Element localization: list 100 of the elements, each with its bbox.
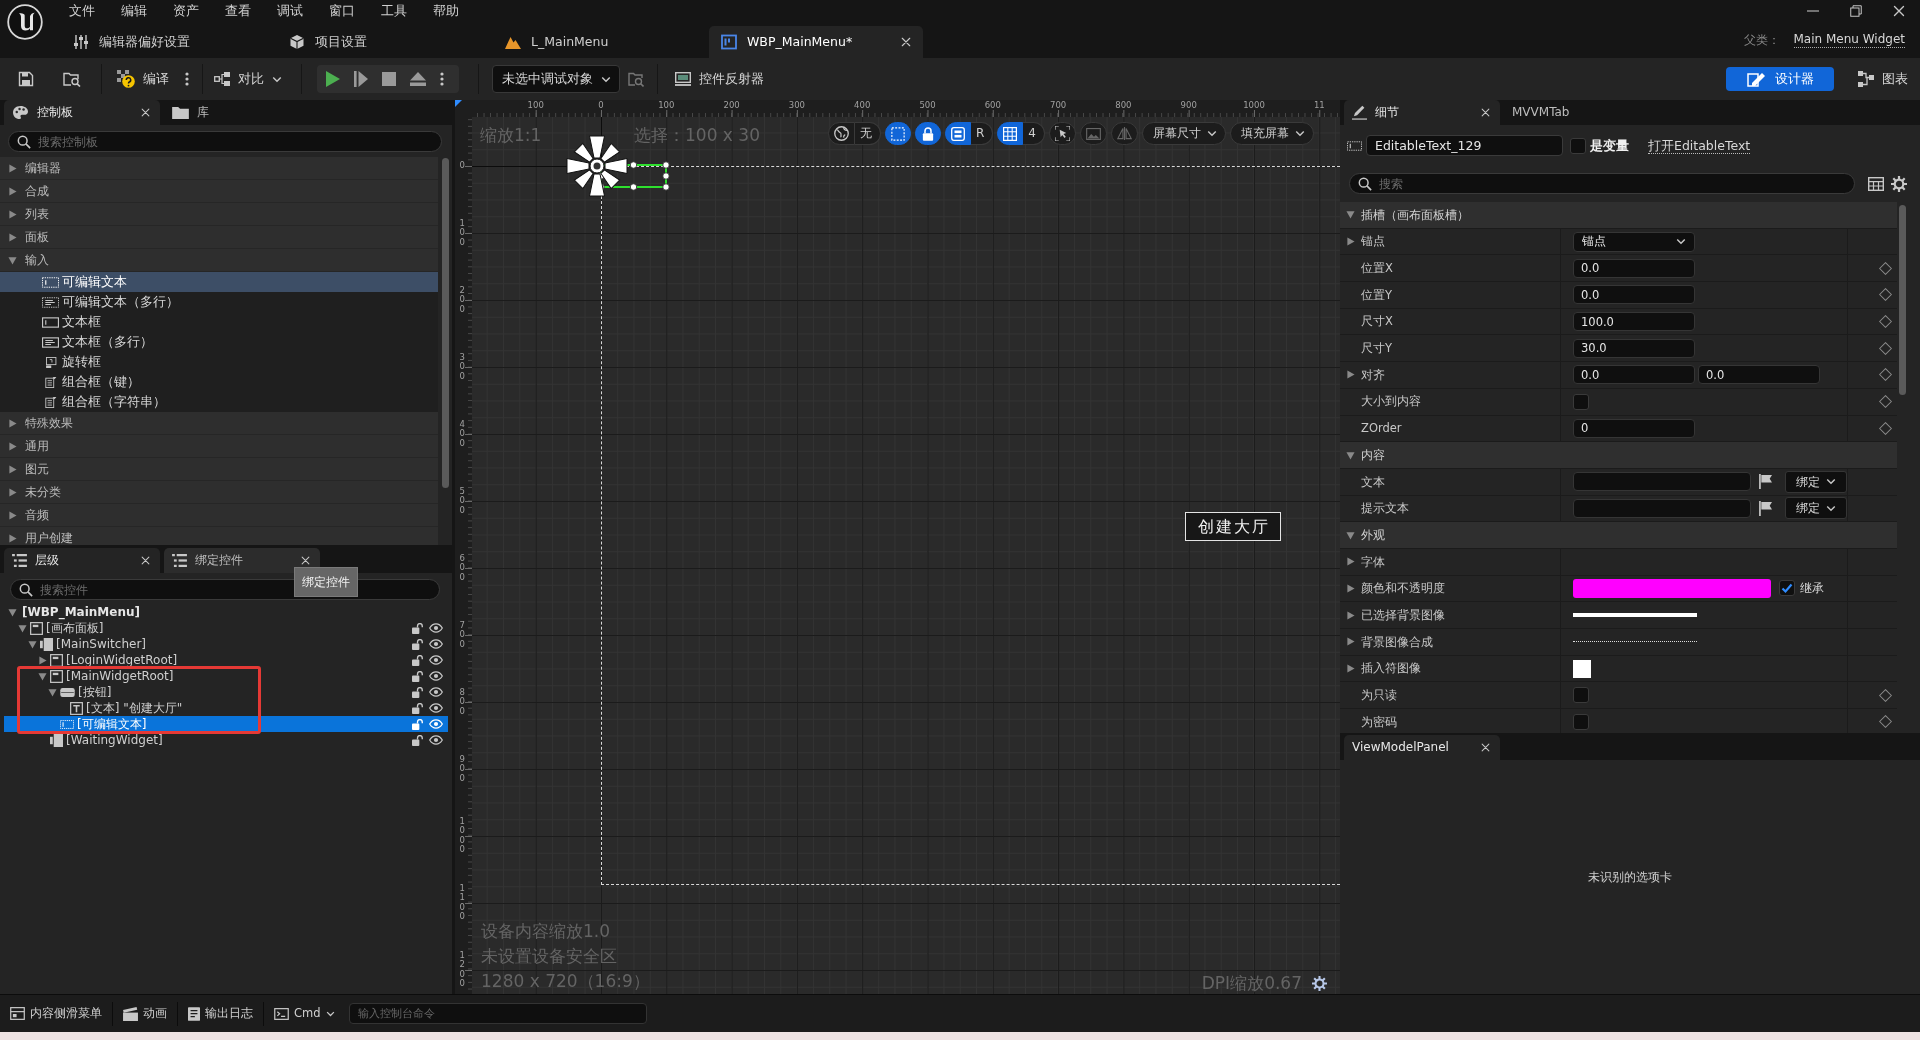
close-icon[interactable] <box>301 556 310 565</box>
expand-arrow-icon[interactable] <box>1346 530 1355 540</box>
console-input[interactable]: 输入控制台命令 <box>348 1003 647 1024</box>
expand-arrow-icon[interactable] <box>1346 557 1355 567</box>
expand-arrow-icon[interactable] <box>1346 664 1355 674</box>
tree-item[interactable]: [MainSwitcher] <box>4 636 448 652</box>
panel-tab[interactable]: ViewModelPanel <box>1344 735 1500 760</box>
toolbar-toggle-button[interactable] <box>915 122 941 145</box>
expand-arrow-icon[interactable] <box>8 533 17 543</box>
palette-item[interactable]: 旋转框 <box>0 352 438 372</box>
reset-diamond-icon[interactable] <box>1879 341 1892 355</box>
reset-diamond-icon[interactable] <box>1879 395 1892 409</box>
expand-arrow-icon[interactable] <box>1346 637 1355 647</box>
eye-icon[interactable] <box>429 655 443 665</box>
palette-item[interactable]: 文本框 <box>0 312 438 332</box>
panel-tab[interactable]: 库 <box>164 100 320 125</box>
checkbox[interactable] <box>1573 393 1589 410</box>
menu-item[interactable]: 调试 <box>264 0 316 22</box>
eye-icon[interactable] <box>429 735 443 745</box>
palette-category[interactable]: 音频 <box>0 504 438 527</box>
status-bar-button[interactable]: Cmd <box>272 999 345 1028</box>
menu-item[interactable]: 工具 <box>368 0 420 22</box>
close-icon[interactable] <box>141 556 150 565</box>
panel-tab[interactable]: 细节 <box>1344 100 1500 125</box>
number-field[interactable]: 0.0 <box>1698 365 1820 385</box>
unlocked-lock-icon[interactable] <box>412 622 423 634</box>
palette-category[interactable]: 合成 <box>0 180 438 203</box>
restore-icon[interactable] <box>1850 5 1862 17</box>
table-icon[interactable] <box>1868 176 1884 191</box>
reset-diamond-icon[interactable] <box>1879 315 1892 329</box>
document-tab[interactable]: 编辑器偏好设置 <box>61 26 275 58</box>
menu-item[interactable]: 查看 <box>212 0 264 22</box>
close-icon[interactable] <box>1481 743 1490 752</box>
unlocked-lock-icon[interactable] <box>412 686 423 698</box>
palette-item[interactable]: 可编辑文本 <box>0 272 438 292</box>
text-field[interactable] <box>1573 472 1751 492</box>
diff-dropdown[interactable]: 对比 <box>214 64 282 94</box>
reset-diamond-icon[interactable] <box>1879 715 1892 729</box>
number-field[interactable]: 30.0 <box>1573 338 1695 358</box>
step-icon[interactable] <box>354 71 368 87</box>
palette-category[interactable]: 特殊效果 <box>0 412 438 435</box>
toolbar-dropdown[interactable]: 填充屏幕 <box>1230 122 1314 145</box>
checkbox[interactable] <box>1779 580 1795 597</box>
tree-item[interactable]: [可编辑文本] <box>4 716 448 732</box>
number-field[interactable]: 0.0 <box>1573 258 1695 278</box>
unlocked-lock-icon[interactable] <box>412 654 423 666</box>
expand-arrow-icon[interactable] <box>8 186 17 196</box>
unlocked-lock-icon[interactable] <box>412 718 423 730</box>
menu-item[interactable]: 文件 <box>56 0 108 22</box>
status-bar-button[interactable]: 内容侧滑菜单 <box>8 999 112 1028</box>
palette-item[interactable]: 可编辑文本（多行） <box>0 292 438 312</box>
unlocked-lock-icon[interactable] <box>412 670 423 682</box>
reset-diamond-icon[interactable] <box>1879 288 1892 302</box>
section-header[interactable]: 外观 <box>1340 522 1897 549</box>
menu-item[interactable]: 编辑 <box>108 0 160 22</box>
number-field[interactable]: 0 <box>1573 418 1695 438</box>
logo-icon[interactable] <box>7 4 43 40</box>
scrollbar-thumb[interactable] <box>442 158 449 488</box>
scrollbar-thumb[interactable] <box>1899 205 1906 395</box>
eye-icon[interactable] <box>429 703 443 713</box>
number-field[interactable]: 100.0 <box>1573 312 1695 332</box>
expand-arrow-icon[interactable] <box>38 655 47 665</box>
expand-arrow-icon[interactable] <box>28 639 37 649</box>
palette-category[interactable]: 列表 <box>0 203 438 226</box>
expand-arrow-icon[interactable] <box>8 487 17 497</box>
save-icon[interactable] <box>18 71 34 87</box>
tree-item[interactable]: [LoginWidgetRoot] <box>4 652 448 668</box>
eject-icon[interactable] <box>410 72 426 86</box>
expand-arrow-icon[interactable] <box>8 441 17 451</box>
palette-item[interactable]: 组合框（字符串） <box>0 392 438 412</box>
search-field[interactable]: 搜索控制板 <box>8 131 442 152</box>
tree-item[interactable]: [按钮] <box>4 684 448 700</box>
section-header[interactable]: 插槽（画布面板槽） <box>1340 202 1897 229</box>
palette-category[interactable]: 面板 <box>0 226 438 249</box>
menu-item[interactable]: 窗口 <box>316 0 368 22</box>
parent-class-link[interactable]: Main Menu Widget <box>1793 32 1905 48</box>
toolbar-dropdown[interactable]: 屏幕尺寸 <box>1142 122 1226 145</box>
palette-item[interactable]: 文本框（多行） <box>0 332 438 352</box>
toolbar-option-button[interactable]: R <box>971 122 994 145</box>
checkbox[interactable] <box>1573 713 1589 730</box>
debug-target-dropdown[interactable]: 未选中调试对象 <box>492 65 620 93</box>
more-icon[interactable] <box>440 72 444 86</box>
reset-diamond-icon[interactable] <box>1879 261 1892 275</box>
search-field[interactable]: 搜索 <box>1349 173 1855 194</box>
widget-reflector-button[interactable]: 控件反射器 <box>675 64 764 94</box>
toolbar-toggle-button[interactable] <box>885 122 911 145</box>
reset-diamond-icon[interactable] <box>1879 368 1892 382</box>
tree-item[interactable]: [画布面板] <box>4 620 448 636</box>
compile-button[interactable]: 编译 <box>117 64 169 94</box>
color-swatch[interactable] <box>1573 578 1771 598</box>
toolbar-toggle-button[interactable] <box>997 122 1024 145</box>
settings-icon[interactable] <box>1312 976 1327 991</box>
binding-dropdown[interactable]: 绑定 <box>1785 497 1847 520</box>
expand-arrow-icon[interactable] <box>1346 237 1355 247</box>
number-field[interactable]: 0.0 <box>1573 285 1695 305</box>
tree-item[interactable]: [WBP_MainMenu] <box>4 604 448 620</box>
flag-icon[interactable] <box>1759 474 1772 490</box>
checkbox[interactable] <box>1573 687 1589 704</box>
tree-item[interactable]: [MainWidgetRoot] <box>4 668 448 684</box>
palette-category[interactable]: 通用 <box>0 435 438 458</box>
